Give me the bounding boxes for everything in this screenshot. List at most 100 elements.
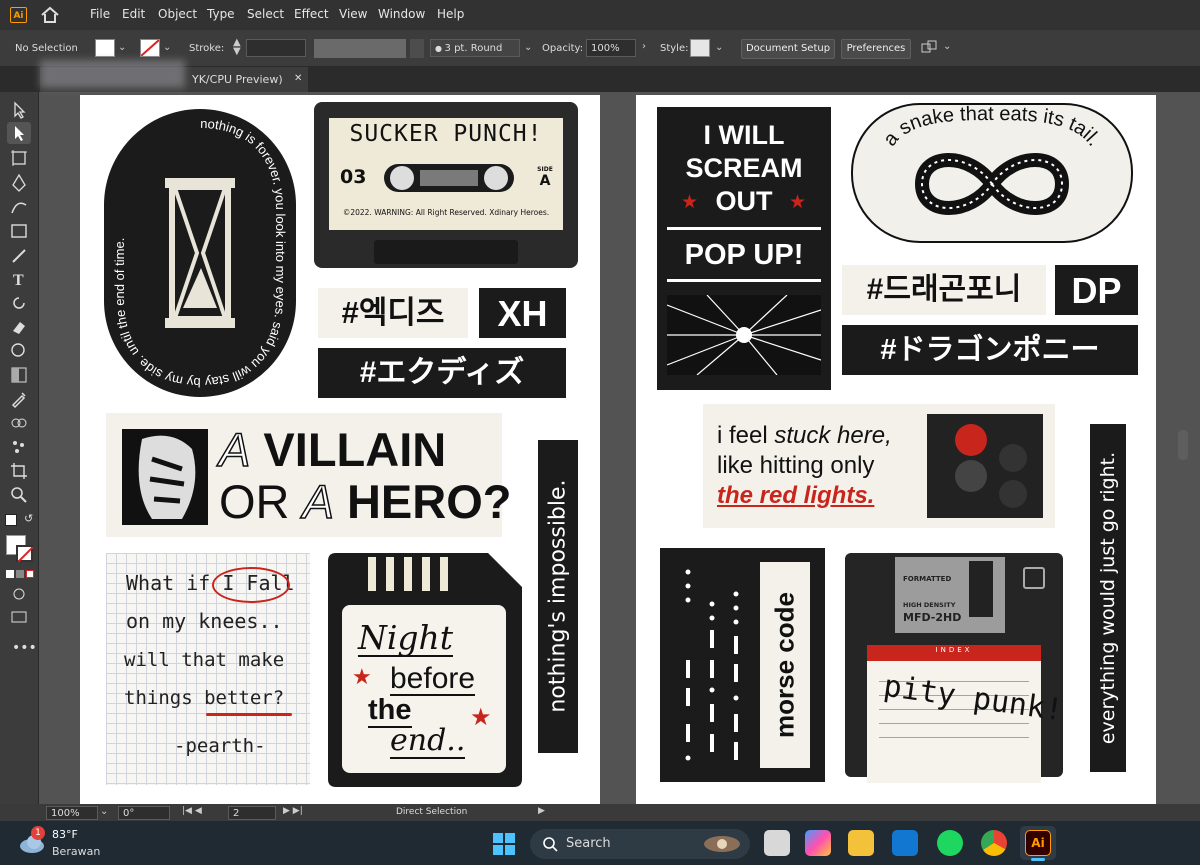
none-mode-icon[interactable]: [26, 570, 34, 578]
cassette-warning: ©2022. WARNING: All Right Reserved. Xdin…: [342, 208, 550, 217]
menu-window[interactable]: Window: [378, 7, 425, 21]
paintbrush-tool-icon[interactable]: [9, 245, 29, 265]
menu-select[interactable]: Select: [247, 7, 284, 21]
menu-help[interactable]: Help: [437, 7, 464, 21]
floppy-disk-sticker[interactable]: FORMATTED HIGH DENSITY MFD-2HD INDEX pit…: [845, 553, 1065, 783]
preferences-button[interactable]: Preferences: [841, 39, 911, 59]
more-tools-icon[interactable]: •••: [12, 640, 37, 656]
eyedropper-tool-icon[interactable]: [9, 389, 29, 409]
variable-width-profile[interactable]: [314, 39, 406, 58]
chevron-down-icon[interactable]: ⌄: [524, 42, 532, 53]
vertical-scrollbar[interactable]: [1178, 430, 1188, 460]
stroke-color-box[interactable]: [16, 545, 34, 563]
menu-file[interactable]: File: [90, 7, 110, 21]
stepper-icon[interactable]: ▲ ▼: [233, 38, 241, 57]
hourglass-oval-sticker[interactable]: nothing is forever. you look into my eye…: [103, 108, 297, 398]
color-mode-icon[interactable]: [6, 570, 14, 578]
default-colors-icon[interactable]: [5, 514, 17, 526]
go-right-text: everything would just go right.: [1097, 451, 1119, 745]
menu-effect[interactable]: Effect: [294, 7, 329, 21]
chevron-down-icon[interactable]: ⌄: [118, 42, 126, 53]
tag-dp-korean-sticker[interactable]: #드래곤포니: [842, 265, 1046, 315]
document-setup-button[interactable]: Document Setup: [741, 39, 835, 59]
eraser-tool-icon[interactable]: [9, 317, 29, 337]
curvature-tool-icon[interactable]: [9, 197, 29, 217]
red-lights-sticker[interactable]: i feel stuck here, like hitting only the…: [703, 404, 1055, 528]
menu-object[interactable]: Object: [158, 7, 197, 21]
impossible-sticker[interactable]: nothing's impossible.: [538, 440, 578, 753]
type-tool-icon[interactable]: T: [9, 269, 29, 289]
chevron-down-icon[interactable]: ⌄: [100, 806, 108, 817]
direct-selection-tool-icon[interactable]: [9, 123, 29, 143]
task-view-icon[interactable]: [764, 830, 790, 856]
artboard-nav-first-icon[interactable]: |◀ ◀: [182, 806, 202, 816]
chevron-down-icon[interactable]: ⌄: [163, 42, 171, 53]
artboard-nav-next-icon[interactable]: ▶ ▶|: [283, 806, 303, 816]
home-icon[interactable]: [40, 6, 60, 24]
sd-end: end..: [390, 723, 466, 759]
copilot-icon[interactable]: [805, 830, 831, 856]
illustrator-taskbar-icon[interactable]: Ai: [1025, 830, 1051, 856]
handwritten-note-sticker[interactable]: What if I Fall on my knees.. will that m…: [106, 553, 310, 785]
notification-badge: 1: [31, 826, 45, 840]
tag-korean-sticker[interactable]: #엑디즈: [318, 288, 468, 338]
chevron-down-icon[interactable]: ⌄: [715, 42, 723, 53]
outlook-icon[interactable]: [892, 830, 918, 856]
cassette-sticker[interactable]: SUCKER PUNCH! 03 SIDE A ©2022. WARNING: …: [314, 102, 578, 268]
screen-mode-icon[interactable]: [9, 607, 29, 627]
zoom-tool-icon[interactable]: [9, 485, 29, 505]
gradient-mode-icon[interactable]: [16, 570, 24, 578]
morse-pattern-icon: [685, 569, 739, 761]
note-signature: -pearth-: [174, 735, 266, 757]
crop-tool-icon[interactable]: [9, 461, 29, 481]
tag-japanese-sticker[interactable]: #エクディズ: [318, 348, 566, 398]
opacity-field[interactable]: 100%: [586, 39, 636, 57]
spotify-icon[interactable]: [937, 830, 963, 856]
menu-type[interactable]: Type: [207, 7, 235, 21]
artboard-number-field[interactable]: 2: [228, 806, 276, 820]
weather-desc: Berawan: [52, 845, 101, 858]
scream-sticker[interactable]: I WILL SCREAM ★ OUT ★ POP UP!: [657, 107, 831, 390]
chevron-down-icon[interactable]: ⌄: [943, 41, 951, 52]
swap-colors-icon[interactable]: ↺: [24, 512, 33, 525]
rotate-field[interactable]: 0°: [118, 806, 170, 820]
rotate-tool-icon[interactable]: [9, 293, 29, 313]
blend-tool-icon[interactable]: [9, 413, 29, 433]
fill-swatch[interactable]: [95, 39, 115, 57]
chrome-icon[interactable]: [981, 830, 1007, 856]
rectangle-tool-icon[interactable]: [9, 221, 29, 241]
brush-field[interactable]: ● 3 pt. Round: [430, 39, 520, 57]
tag-dp-sticker[interactable]: DP: [1055, 265, 1138, 315]
profile-dropdown[interactable]: [410, 39, 424, 58]
arrange-icon[interactable]: [920, 40, 940, 56]
stroke-weight-field[interactable]: [246, 39, 306, 57]
menu-edit[interactable]: Edit: [122, 7, 145, 21]
shape-builder-tool-icon[interactable]: [9, 341, 29, 361]
menu-view[interactable]: View: [339, 7, 367, 21]
red-underline: [206, 713, 292, 716]
gradient-tool-icon[interactable]: [9, 365, 29, 385]
cassette-side-label: SIDE: [537, 166, 553, 173]
artboard-tool-icon[interactable]: [9, 148, 29, 168]
zoom-field[interactable]: 100%: [46, 806, 98, 820]
stroke-swatch[interactable]: [140, 39, 160, 57]
symbol-sprayer-tool-icon[interactable]: [9, 437, 29, 457]
chevron-right-icon[interactable]: ›: [642, 41, 646, 52]
go-right-sticker[interactable]: everything would just go right.: [1090, 424, 1126, 772]
status-menu-icon[interactable]: ▶: [538, 806, 545, 816]
morse-code-sticker[interactable]: morse code: [660, 548, 825, 782]
windows-start-icon[interactable]: [492, 832, 516, 856]
sd-card-sticker[interactable]: Night ★ before the ★ end..: [328, 553, 522, 787]
cassette-bottom: [374, 240, 518, 264]
draw-mode-icon[interactable]: [9, 584, 29, 604]
file-explorer-icon[interactable]: [848, 830, 874, 856]
close-icon[interactable]: ✕: [294, 73, 302, 84]
pen-tool-icon[interactable]: [9, 173, 29, 193]
tag-xh-sticker[interactable]: XH: [479, 288, 566, 338]
selection-tool-icon[interactable]: [9, 100, 29, 120]
villain-hero-sticker[interactable]: A VILLAIN OR A HERO?: [106, 413, 511, 537]
snake-sticker[interactable]: a snake that eats its tail.: [850, 102, 1134, 244]
tag-dp-japanese-sticker[interactable]: #ドラゴンポニー: [842, 325, 1138, 375]
traffic-light-image: [927, 414, 1043, 518]
style-swatch[interactable]: [690, 39, 710, 57]
